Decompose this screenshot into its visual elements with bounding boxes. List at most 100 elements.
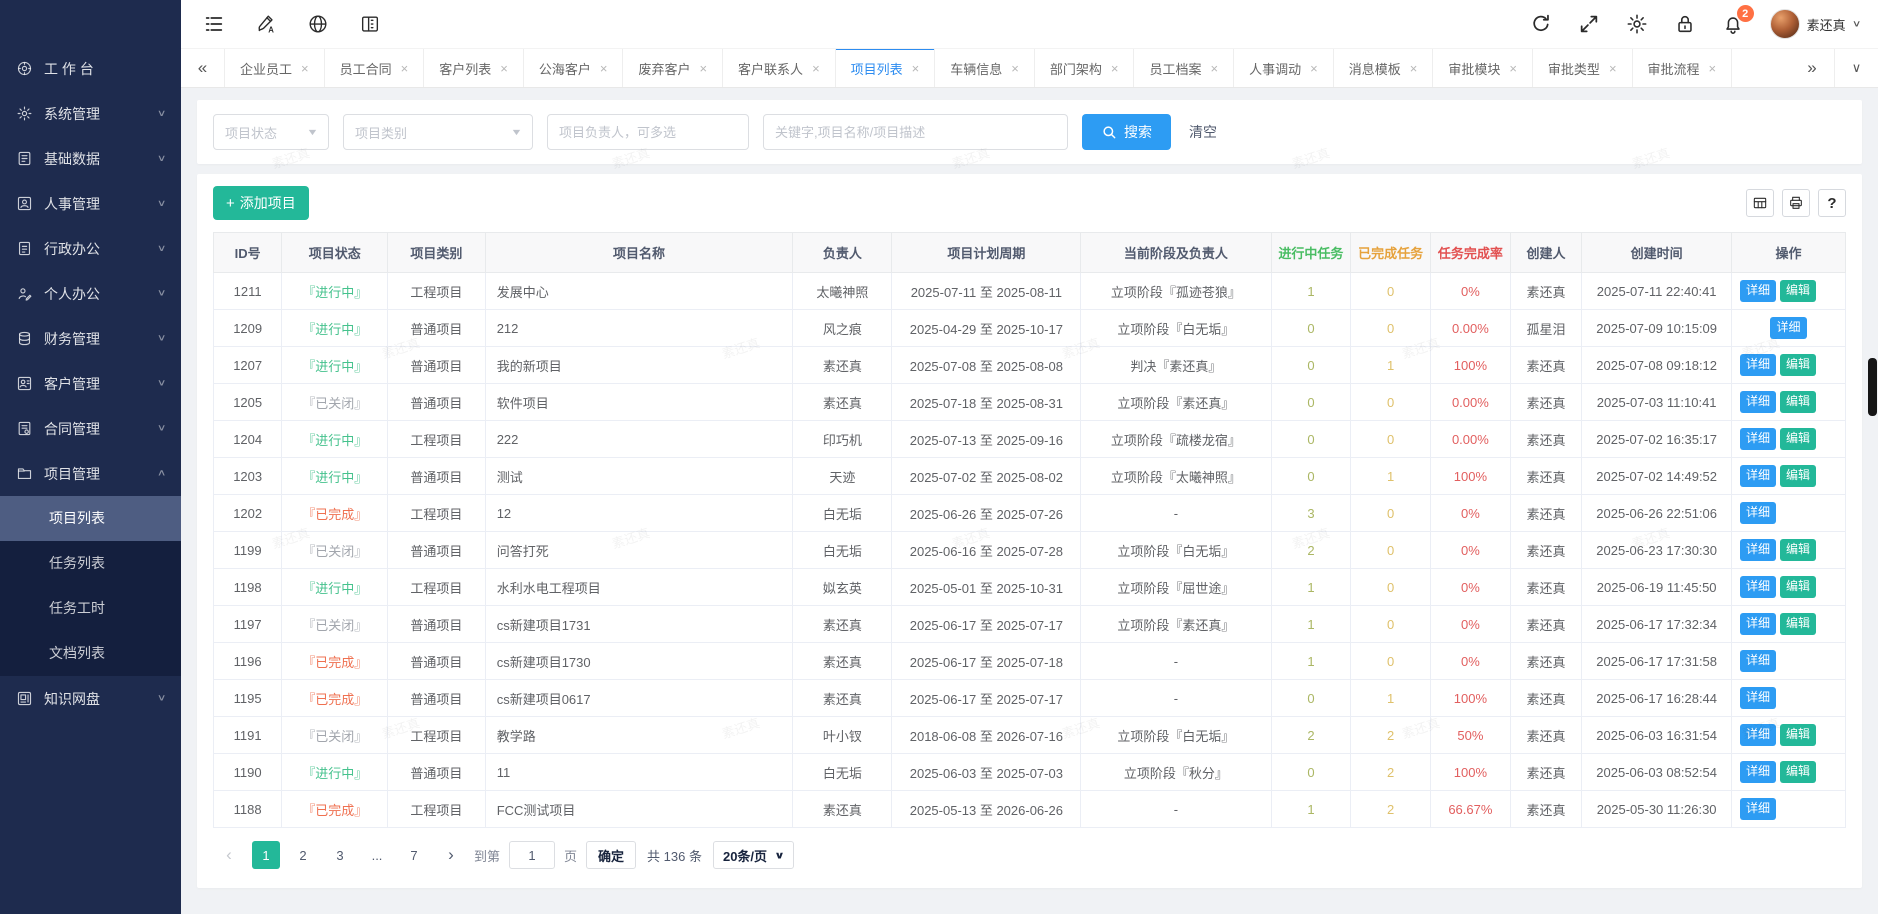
- detail-button[interactable]: 详细: [1740, 539, 1776, 561]
- tab-close-icon[interactable]: ×: [699, 61, 707, 76]
- detail-button[interactable]: 详细: [1740, 502, 1776, 524]
- edit-button[interactable]: 编辑: [1780, 613, 1816, 635]
- tab-close-icon[interactable]: ×: [1410, 61, 1418, 76]
- tab-close-icon[interactable]: ×: [301, 61, 309, 76]
- sidebar-item-合同管理[interactable]: 合同管理∨: [0, 406, 181, 451]
- sidebar-item-项目管理[interactable]: 项目管理∧: [0, 451, 181, 496]
- sidebar-item-个人办公[interactable]: 个人办公∨: [0, 271, 181, 316]
- detail-button[interactable]: 详细: [1770, 317, 1806, 339]
- sidebar-item-系统管理[interactable]: 系统管理∨: [0, 91, 181, 136]
- edit-button[interactable]: 编辑: [1780, 280, 1816, 302]
- brush-icon[interactable]: A: [255, 13, 277, 35]
- sidebar-item-财务管理[interactable]: 财务管理∨: [0, 316, 181, 361]
- keyword-input[interactable]: [763, 114, 1068, 150]
- user-menu[interactable]: 素还真 ∨: [1770, 9, 1860, 39]
- tab-close-icon[interactable]: ×: [1011, 61, 1019, 76]
- fullscreen-icon[interactable]: [1578, 13, 1600, 35]
- tab-close-icon[interactable]: ×: [1509, 61, 1517, 76]
- detail-button[interactable]: 详细: [1740, 798, 1776, 820]
- tab-审批类型[interactable]: 审批类型×: [1533, 49, 1633, 87]
- detail-button[interactable]: 详细: [1740, 687, 1776, 709]
- sidebar-item-工作台[interactable]: 工 作 台: [0, 46, 181, 91]
- gear-icon[interactable]: [1626, 13, 1648, 35]
- tab-客户联系人[interactable]: 客户联系人×: [723, 49, 836, 87]
- sidebar-item-知识网盘[interactable]: 知识网盘∨: [0, 676, 181, 721]
- sidebar-item-基础数据[interactable]: 基础数据∨: [0, 136, 181, 181]
- search-button[interactable]: 搜索: [1082, 114, 1171, 150]
- edit-button[interactable]: 编辑: [1780, 465, 1816, 487]
- edit-button[interactable]: 编辑: [1780, 539, 1816, 561]
- tab-close-icon[interactable]: ×: [1211, 61, 1219, 76]
- confirm-page-button[interactable]: 确定: [586, 841, 636, 869]
- tab-消息模板[interactable]: 消息模板×: [1334, 49, 1434, 87]
- lock-icon[interactable]: [1674, 13, 1696, 35]
- edit-button[interactable]: 编辑: [1780, 428, 1816, 450]
- bell-icon[interactable]: 2: [1722, 13, 1744, 35]
- detail-button[interactable]: 详细: [1740, 613, 1776, 635]
- tab-close-icon[interactable]: ×: [912, 61, 920, 76]
- detail-button[interactable]: 详细: [1740, 354, 1776, 376]
- print-button[interactable]: [1782, 189, 1810, 217]
- sidebar-item-行政办公[interactable]: 行政办公∨: [0, 226, 181, 271]
- column-settings-button[interactable]: [1746, 189, 1774, 217]
- tab-企业员工[interactable]: 企业员工×: [225, 49, 325, 87]
- edit-button[interactable]: 编辑: [1780, 576, 1816, 598]
- detail-button[interactable]: 详细: [1740, 650, 1776, 672]
- tab-员工合同[interactable]: 员工合同×: [325, 49, 425, 87]
- menu-fold-icon[interactable]: [203, 13, 225, 35]
- tab-部门架构[interactable]: 部门架构×: [1035, 49, 1135, 87]
- tab-客户列表[interactable]: 客户列表×: [424, 49, 524, 87]
- detail-button[interactable]: 详细: [1740, 280, 1776, 302]
- detail-button[interactable]: 详细: [1740, 761, 1776, 783]
- tab-close-icon[interactable]: ×: [1709, 61, 1717, 76]
- tab-close-icon[interactable]: ×: [1310, 61, 1318, 76]
- layout-icon[interactable]: [359, 13, 381, 35]
- project-owner-input[interactable]: [547, 114, 749, 150]
- tab-公海客户[interactable]: 公海客户×: [524, 49, 624, 87]
- detail-button[interactable]: 详细: [1740, 465, 1776, 487]
- sidebar-subitem-文档列表[interactable]: 文档列表: [0, 631, 181, 676]
- sidebar-item-客户管理[interactable]: 客户管理∨: [0, 361, 181, 406]
- tab-员工档案[interactable]: 员工档案×: [1134, 49, 1234, 87]
- next-page-button[interactable]: ›: [437, 841, 465, 869]
- prev-page-button[interactable]: ‹: [215, 841, 243, 869]
- detail-button[interactable]: 详细: [1740, 724, 1776, 746]
- page-button-2[interactable]: 2: [289, 841, 317, 869]
- tab-审批模块[interactable]: 审批模块×: [1433, 49, 1533, 87]
- tab-车辆信息[interactable]: 车辆信息×: [935, 49, 1035, 87]
- detail-button[interactable]: 详细: [1740, 576, 1776, 598]
- sidebar-subitem-任务列表[interactable]: 任务列表: [0, 541, 181, 586]
- edit-button[interactable]: 编辑: [1780, 391, 1816, 413]
- tabs-dropdown-button[interactable]: ∨: [1834, 49, 1878, 87]
- tab-close-icon[interactable]: ×: [600, 61, 608, 76]
- tabs-scroll-left-button[interactable]: «: [181, 49, 225, 87]
- edit-button[interactable]: 编辑: [1780, 761, 1816, 783]
- tab-项目列表[interactable]: 项目列表×: [836, 49, 936, 87]
- page-button-3[interactable]: 3: [326, 841, 354, 869]
- tab-close-icon[interactable]: ×: [812, 61, 820, 76]
- tab-人事调动[interactable]: 人事调动×: [1234, 49, 1334, 87]
- vertical-scrollbar-thumb[interactable]: [1868, 358, 1877, 416]
- tab-废弃客户[interactable]: 废弃客户×: [623, 49, 723, 87]
- project-status-select[interactable]: 项目状态 ▼: [213, 114, 329, 150]
- tabs-scroll-right-button[interactable]: »: [1790, 49, 1834, 87]
- add-project-button[interactable]: + 添加项目: [213, 186, 309, 220]
- edit-button[interactable]: 编辑: [1780, 724, 1816, 746]
- globe-icon[interactable]: [307, 13, 329, 35]
- sidebar-subitem-项目列表[interactable]: 项目列表: [0, 496, 181, 541]
- tab-审批流程[interactable]: 审批流程×: [1633, 49, 1733, 87]
- refresh-icon[interactable]: [1530, 13, 1552, 35]
- tab-close-icon[interactable]: ×: [1609, 61, 1617, 76]
- edit-button[interactable]: 编辑: [1780, 354, 1816, 376]
- tab-close-icon[interactable]: ×: [401, 61, 409, 76]
- page-button-7[interactable]: 7: [400, 841, 428, 869]
- detail-button[interactable]: 详细: [1740, 428, 1776, 450]
- goto-page-input[interactable]: [509, 841, 555, 869]
- tab-close-icon[interactable]: ×: [1111, 61, 1119, 76]
- sidebar-subitem-任务工时[interactable]: 任务工时: [0, 586, 181, 631]
- tab-close-icon[interactable]: ×: [500, 61, 508, 76]
- help-button[interactable]: ?: [1818, 189, 1846, 217]
- sidebar-item-人事管理[interactable]: 人事管理∨: [0, 181, 181, 226]
- detail-button[interactable]: 详细: [1740, 391, 1776, 413]
- page-size-select[interactable]: 20条/页∨: [713, 841, 794, 869]
